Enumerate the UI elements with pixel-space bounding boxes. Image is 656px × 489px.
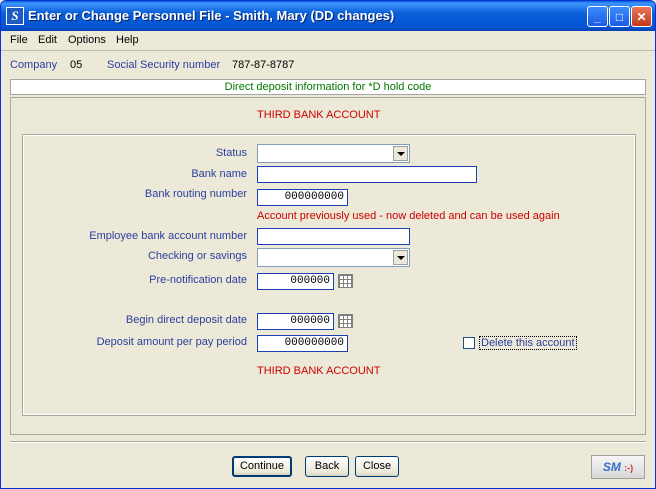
- calendar-icon[interactable]: [338, 314, 353, 328]
- app-icon: S: [6, 7, 24, 25]
- routing-label: Bank routing number: [144, 188, 247, 200]
- back-button[interactable]: Back: [305, 456, 349, 477]
- calendar-icon[interactable]: [338, 274, 353, 288]
- routing-number-input[interactable]: 000000000: [257, 189, 348, 206]
- sm-logo[interactable]: SM :-): [591, 455, 645, 479]
- personnel-window: S Enter or Change Personnel File - Smith…: [0, 0, 656, 489]
- ssn-value: 787-87-8787: [232, 59, 295, 71]
- menu-bar: File Edit Options Help: [1, 31, 655, 51]
- window-title: Enter or Change Personnel File - Smith, …: [28, 8, 395, 23]
- continue-button[interactable]: Continue: [232, 456, 292, 477]
- deposit-amount-label: Deposit amount per pay period: [96, 336, 247, 348]
- menu-help[interactable]: Help: [116, 34, 139, 46]
- title-bar[interactable]: S Enter or Change Personnel File - Smith…: [1, 1, 655, 31]
- sm-logo-text: SM: [602, 460, 621, 474]
- minimize-button[interactable]: _: [587, 6, 608, 27]
- bank-name-input[interactable]: [257, 166, 477, 183]
- delete-account-label[interactable]: Delete this account: [479, 336, 577, 350]
- account-number-label: Employee bank account number: [89, 230, 247, 242]
- close-window-button[interactable]: ✕: [631, 6, 652, 27]
- menu-options[interactable]: Options: [68, 34, 106, 46]
- footer-divider: [10, 441, 646, 443]
- begin-date-input[interactable]: 000000: [257, 313, 334, 330]
- delete-account-checkbox[interactable]: [463, 337, 475, 349]
- chevron-down-icon[interactable]: [393, 146, 408, 161]
- sm-logo-smile: :-): [624, 463, 634, 473]
- direct-deposit-banner: Direct deposit information for *D hold c…: [10, 79, 646, 95]
- company-label: Company: [10, 59, 58, 71]
- begin-date-label: Begin direct deposit date: [125, 314, 247, 326]
- chevron-down-icon[interactable]: [393, 250, 408, 265]
- ssn-label: Social Security number: [107, 59, 221, 71]
- status-select[interactable]: [257, 144, 410, 163]
- bank-name-label: Bank name: [191, 168, 247, 180]
- checking-savings-label: Checking or savings: [147, 250, 247, 262]
- section-title-top: THIRD BANK ACCOUNT: [257, 109, 381, 121]
- company-value: 05: [70, 59, 83, 71]
- status-label: Status: [215, 147, 247, 159]
- prenote-date-input[interactable]: 000000: [257, 273, 334, 290]
- close-button[interactable]: Close: [355, 456, 399, 477]
- checking-savings-select[interactable]: [257, 248, 410, 267]
- menu-file[interactable]: File: [10, 34, 28, 46]
- prenote-date-label: Pre-notification date: [149, 274, 247, 286]
- maximize-button[interactable]: □: [609, 6, 630, 27]
- routing-warning: Account previously used - now deleted an…: [257, 210, 560, 222]
- menu-edit[interactable]: Edit: [38, 34, 57, 46]
- account-number-input[interactable]: [257, 228, 410, 245]
- section-title-bottom: THIRD BANK ACCOUNT: [257, 365, 381, 377]
- deposit-amount-input[interactable]: 000000000: [257, 335, 348, 352]
